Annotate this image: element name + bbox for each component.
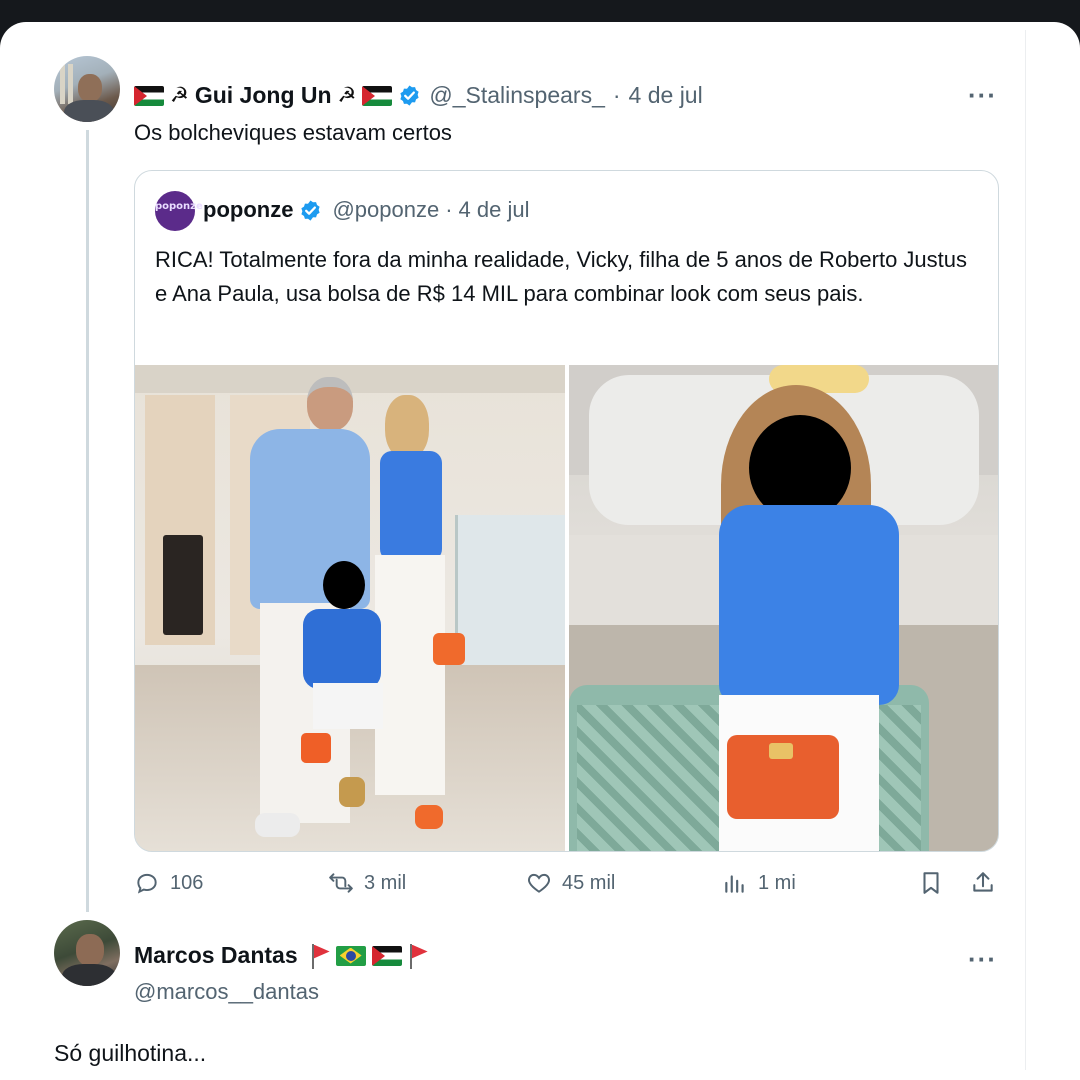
like-button[interactable]: 45 mil	[526, 870, 615, 896]
tweet-header: ☭ Gui Jong Un ☭ @_Stalinspears_ · 4 de j…	[134, 82, 703, 109]
quote-author-handle[interactable]: @poponze	[332, 197, 439, 223]
repost-button[interactable]: 3 mil	[328, 870, 406, 896]
palestine-flag-icon	[134, 85, 164, 106]
reply-icon	[137, 873, 157, 894]
quote-date[interactable]: 4 de jul	[459, 197, 530, 223]
red-flag-icon	[408, 943, 430, 969]
reply-text: Só guilhotina...	[54, 1040, 207, 1066]
quote-header: poponze @poponze · 4 de jul	[203, 197, 529, 223]
quote-author-name[interactable]: poponze	[203, 197, 293, 223]
bookmark-icon	[923, 872, 939, 894]
more-options-button[interactable]: ···	[968, 944, 997, 975]
palestine-flag-icon	[362, 85, 393, 106]
verified-badge-icon	[301, 199, 321, 221]
column-divider	[1025, 30, 1026, 1070]
separator-dot: ·	[612, 82, 621, 108]
bookmark-button[interactable]	[918, 870, 944, 896]
tweet-date[interactable]: 4 de jul	[629, 82, 703, 109]
tweet-actions: 106 3 mil 45 mil 1 mi	[134, 870, 1004, 906]
quote-text: RICA! Totalmente fora da minha realidade…	[155, 247, 968, 306]
author-avatar[interactable]	[54, 56, 120, 122]
tweet-text: Os bolcheviques estavam certos	[134, 120, 452, 145]
verified-badge-icon	[400, 85, 419, 106]
views-button[interactable]: 1 mi	[722, 870, 796, 896]
author-handle[interactable]: @_Stalinspears_	[429, 82, 605, 109]
brazil-flag-icon	[335, 945, 366, 966]
family-photo[interactable]	[135, 365, 565, 851]
reply-author-avatar[interactable]	[54, 920, 120, 986]
quote-author-avatar[interactable]: poponze	[155, 191, 203, 231]
hammer-sickle-icon: ☭	[170, 84, 189, 107]
reply-author-name[interactable]: Marcos Dantas	[134, 942, 298, 969]
thread-line	[86, 130, 89, 912]
heart-icon	[528, 873, 550, 893]
like-count: 45 mil	[562, 871, 616, 894]
top-bar	[0, 0, 1080, 22]
author-name[interactable]: Gui Jong Un	[195, 82, 332, 109]
child-with-orange-bag-photo[interactable]	[569, 365, 998, 851]
repost-icon	[329, 873, 353, 893]
views-icon	[725, 875, 744, 893]
repost-count: 3 mil	[364, 871, 407, 894]
more-options-button[interactable]: ···	[968, 80, 997, 111]
red-flag-icon	[310, 943, 332, 969]
separator-dot: ·	[445, 197, 453, 222]
view-count: 1 mi	[758, 871, 796, 894]
reply-count: 106	[170, 871, 204, 894]
hammer-sickle-icon: ☭	[337, 84, 357, 107]
quoted-tweet[interactable]: poponze poponze @poponze · 4 de jul RICA…	[134, 170, 999, 852]
reply-header: Marcos Dantas	[134, 942, 430, 969]
reply-button[interactable]: 106	[134, 870, 203, 896]
palestine-flag-icon	[371, 945, 402, 966]
reply-author-handle[interactable]: @marcos__dantas	[134, 979, 319, 1005]
share-icon	[973, 872, 993, 892]
share-button[interactable]	[970, 870, 996, 896]
